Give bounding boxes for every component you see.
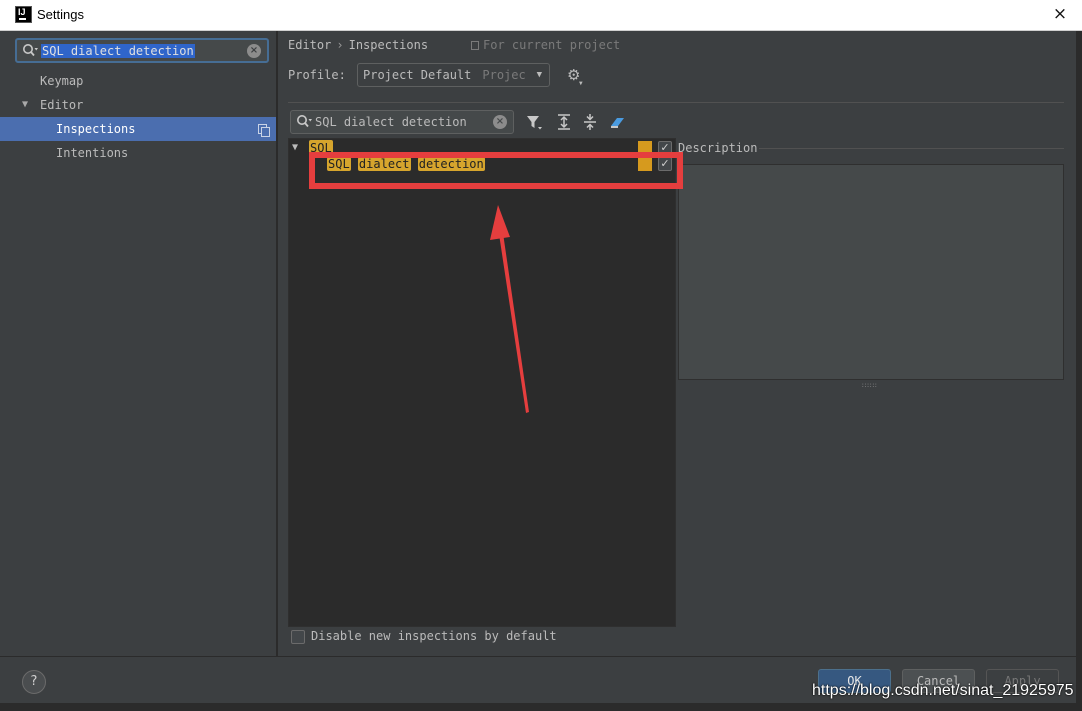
expand-arrow-icon[interactable]: ▼ (292, 140, 298, 156)
gear-menu-caret-icon: ▼ (579, 80, 583, 87)
sidebar-item-label: Inspections (56, 122, 136, 136)
sidebar-item-label: Editor (40, 98, 84, 112)
filter-icon[interactable] (526, 113, 542, 131)
profile-scope: Projec (482, 68, 526, 82)
chevron-down-icon: ▼ (536, 70, 542, 80)
sidebar-item-editor[interactable]: ▼ Editor (0, 93, 276, 117)
watermark: https://blog.csdn.net/sinat_21925975 (812, 682, 1074, 699)
sidebar-item-intentions[interactable]: Intentions (0, 141, 276, 165)
settings-sidebar: SQL dialect detection × Keymap ▼ Editor … (0, 31, 277, 656)
resize-grip-icon[interactable]: :::::: (861, 382, 878, 389)
sidebar-item-inspections[interactable]: Inspections (0, 117, 276, 141)
project-scope-icon (471, 41, 479, 50)
profile-dropdown[interactable]: Project Default Projec ▼ (357, 63, 550, 87)
profile-value: Project Default (363, 68, 472, 82)
description-panel (678, 164, 1064, 380)
breadcrumb-current: Inspections (348, 38, 429, 52)
expand-all-icon[interactable] (557, 113, 571, 131)
reset-to-default-icon[interactable] (609, 113, 625, 131)
window-edge (1076, 31, 1082, 711)
scope-note: For current project (471, 38, 620, 52)
help-button[interactable]: ? (22, 670, 46, 694)
annotation-arrow (490, 205, 529, 413)
inspections-panel: Editor › Inspections For current project P… (278, 31, 1076, 656)
collapse-all-icon[interactable] (583, 113, 597, 131)
sidebar-item-keymap[interactable]: Keymap (0, 69, 276, 93)
search-icon (297, 115, 312, 128)
search-icon (23, 44, 38, 57)
divider (759, 148, 1064, 149)
settings-search-field[interactable]: SQL dialect detection × (15, 38, 269, 63)
profile-label: Profile: (288, 68, 346, 82)
disable-new-inspections-label: Disable new inspections by default (311, 629, 557, 643)
intellij-icon (15, 6, 32, 23)
clear-search-icon[interactable]: × (493, 115, 507, 129)
disable-new-inspections-checkbox[interactable] (291, 630, 305, 644)
divider (288, 102, 1064, 103)
breadcrumb: Editor › Inspections (288, 38, 428, 52)
breadcrumb-parent: Editor (288, 38, 332, 52)
window-edge (0, 703, 1082, 711)
settings-search-value[interactable]: SQL dialect detection (41, 44, 195, 58)
inspection-search-input[interactable] (315, 111, 485, 133)
sidebar-item-label: Intentions (56, 146, 129, 160)
description-label: Description (678, 141, 758, 155)
expand-arrow-icon[interactable]: ▼ (22, 93, 28, 117)
clear-search-icon[interactable]: × (247, 44, 261, 58)
title-bar: Settings × (0, 0, 1082, 31)
project-scope-icon (258, 124, 270, 137)
breadcrumb-separator: › (336, 38, 344, 52)
sidebar-item-label: Keymap (40, 74, 84, 88)
scope-note-text: For current project (483, 38, 621, 52)
window-title: Settings (37, 7, 84, 22)
inspection-search-field[interactable]: × (290, 110, 514, 134)
close-icon[interactable]: × (1051, 5, 1069, 23)
annotation-highlight-box (309, 152, 683, 189)
